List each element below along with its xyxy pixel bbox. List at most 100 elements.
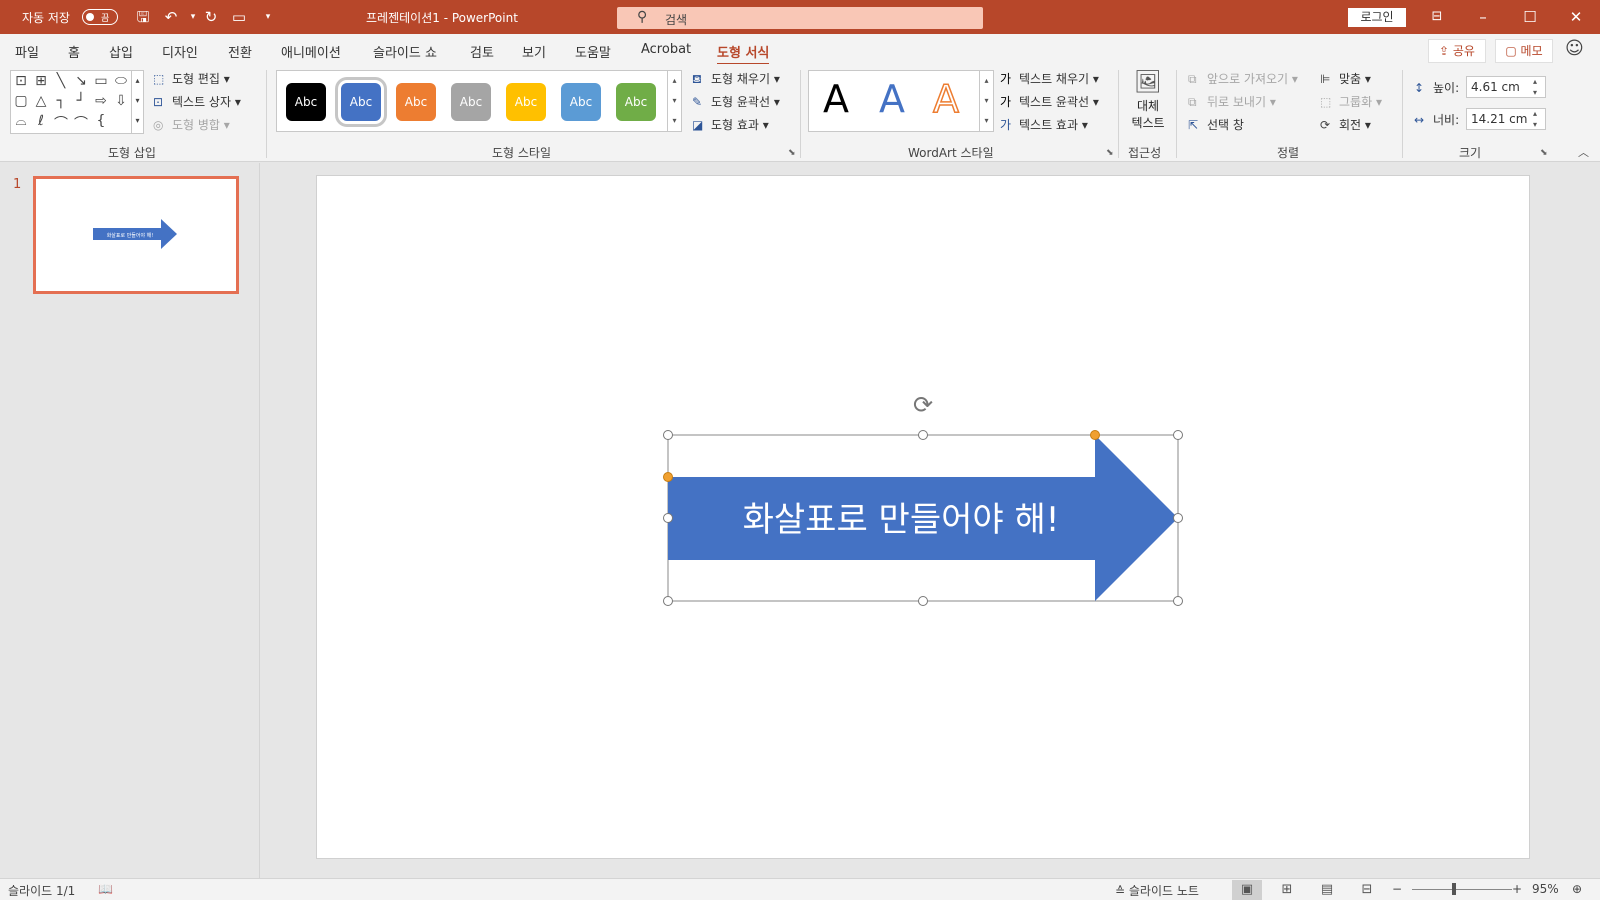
bring-forward-button[interactable]: ⧉ 앞으로 가져오기 ▾ xyxy=(1188,70,1298,87)
tab-insert[interactable]: 삽입 xyxy=(109,42,133,61)
text-box-button[interactable]: ⊡ 텍스트 상자 ▾ xyxy=(153,93,241,110)
tab-transitions[interactable]: 전환 xyxy=(228,42,252,61)
tab-file[interactable]: 파일 xyxy=(15,42,39,61)
shape-style-swatch[interactable]: Abc xyxy=(451,83,491,121)
redo-icon[interactable]: ↻ xyxy=(200,7,222,27)
login-button[interactable]: 로그인 xyxy=(1348,8,1406,27)
triangle-shape-icon[interactable]: △ xyxy=(31,93,51,109)
save-icon[interactable]: 🖫 xyxy=(132,7,154,27)
width-spinner-icon[interactable]: ▴ ▾ xyxy=(1533,108,1537,130)
shape-style-swatch[interactable]: Abc xyxy=(616,83,656,121)
zoom-slider-thumb[interactable] xyxy=(1452,883,1456,895)
merge-shapes-button[interactable]: ◎ 도형 병합 ▾ xyxy=(153,116,230,133)
resize-handle[interactable] xyxy=(918,596,928,606)
tab-help[interactable]: 도움말 xyxy=(575,42,611,61)
resize-handle[interactable] xyxy=(1173,430,1183,440)
minimize-icon[interactable]: – xyxy=(1468,6,1498,28)
fit-slide-icon[interactable]: ⊕ xyxy=(1572,882,1582,896)
slide-sorter-view-icon[interactable]: ⊞ xyxy=(1272,880,1302,900)
line-shape-icon[interactable]: ╲ xyxy=(51,73,71,89)
tab-acrobat[interactable]: Acrobat xyxy=(641,42,691,57)
arrow-text[interactable]: 화살표로 만들어야 해! xyxy=(743,500,1060,540)
normal-view-icon[interactable]: ▣ xyxy=(1232,880,1262,900)
rotate-button[interactable]: ⟳ 회전 ▾ xyxy=(1320,116,1371,133)
zoom-out-icon[interactable]: − xyxy=(1392,882,1402,896)
wordart-style-blue[interactable]: A xyxy=(879,77,905,121)
resize-handle[interactable] xyxy=(663,430,673,440)
shape-style-swatch[interactable]: Abc xyxy=(396,83,436,121)
accessibility-check-icon[interactable]: 📖 xyxy=(98,882,113,896)
height-spinner-icon[interactable]: ▴ ▾ xyxy=(1533,76,1537,98)
zoom-level[interactable]: 95% xyxy=(1532,882,1559,896)
reading-view-icon[interactable]: ▤ xyxy=(1312,880,1342,900)
edit-shape-button[interactable]: ⬚ 도형 편집 ▾ xyxy=(153,70,230,87)
present-from-start-icon[interactable]: ▭ xyxy=(228,7,250,27)
wordart-style-black[interactable]: A xyxy=(823,77,849,121)
elbow-connector-shape-icon[interactable]: ┘ xyxy=(71,93,91,109)
rotate-handle-icon[interactable]: ⟳ xyxy=(913,391,933,419)
text-box-shape-icon[interactable]: ⊡ xyxy=(11,73,31,89)
zoom-in-icon[interactable]: + xyxy=(1512,882,1522,896)
undo-icon[interactable]: ↶ xyxy=(160,7,182,27)
oval-shape-icon[interactable]: ⬭ xyxy=(111,73,131,89)
tab-animations[interactable]: 애니메이션 xyxy=(281,42,341,61)
shapes-gallery[interactable]: ⊡ ⊞ ╲ ↘ ▭ ⬭ ▢ △ ┐ ┘ ⇨ ⇩ ⌓ ℓ ⌒ ⌒ { ▴ ▾ ▾ xyxy=(10,70,144,134)
shape-styles-gallery[interactable]: Abc Abc Abc Abc Abc Abc Abc ▴ ▾ ▾ xyxy=(276,70,682,132)
text-outline-button[interactable]: 가 텍스트 윤곽선 ▾ xyxy=(1000,93,1099,110)
slideshow-view-icon[interactable]: ⊟ xyxy=(1352,880,1382,900)
wordart-launcher-icon[interactable]: ⬊ xyxy=(1106,148,1114,158)
tab-view[interactable]: 보기 xyxy=(522,42,546,61)
wordart-more-icon[interactable]: ▴ ▾ ▾ xyxy=(979,71,993,131)
resize-handle[interactable] xyxy=(663,513,673,523)
arrow-line-shape-icon[interactable]: ↘ xyxy=(71,73,91,89)
arc-shape-icon[interactable]: ⌒ xyxy=(71,113,91,133)
shape-styles-launcher-icon[interactable]: ⬊ xyxy=(788,148,796,158)
share-button[interactable]: ⇪ 공유 xyxy=(1428,39,1486,63)
alt-text-button[interactable]: 🖼 대체 텍스트 xyxy=(1128,70,1168,136)
feedback-smiley-icon[interactable]: ☺ xyxy=(1565,38,1584,59)
shape-style-swatch[interactable]: Abc xyxy=(561,83,601,121)
shapes-gallery-more-icon[interactable]: ▴ ▾ ▾ xyxy=(131,71,143,133)
zoom-slider[interactable] xyxy=(1412,889,1512,890)
slide-canvas[interactable]: ⟳ 화살표로 만들어야 해! xyxy=(316,175,1530,859)
tab-slideshow[interactable]: 슬라이드 쇼 xyxy=(373,42,437,61)
tab-review[interactable]: 검토 xyxy=(470,42,494,61)
rectangle-shape-icon[interactable]: ▭ xyxy=(91,73,111,89)
align-button[interactable]: ⊫ 맞춤 ▾ xyxy=(1320,70,1371,87)
resize-handle[interactable] xyxy=(918,430,928,440)
brace-shape-icon[interactable]: { xyxy=(91,113,111,129)
tab-home[interactable]: 홈 xyxy=(68,42,80,61)
collapse-ribbon-icon[interactable]: ︿ xyxy=(1578,144,1589,160)
customize-qat-icon[interactable]: ▾ xyxy=(257,7,279,27)
wordart-style-orange-outline[interactable]: A xyxy=(932,76,960,122)
shape-style-swatch[interactable]: Abc xyxy=(286,83,326,121)
vertical-text-box-shape-icon[interactable]: ⊞ xyxy=(31,73,51,89)
comments-button[interactable]: ▢ 메모 xyxy=(1495,39,1553,63)
autosave-toggle[interactable]: 끔 xyxy=(82,9,118,25)
text-fill-button[interactable]: 가 텍스트 채우기 ▾ xyxy=(1000,70,1099,87)
shape-fill-button[interactable]: ⛾ 도형 채우기 ▾ xyxy=(692,70,780,88)
tab-design[interactable]: 디자인 xyxy=(162,42,198,61)
curve-shape-icon[interactable]: ⌒ xyxy=(51,113,71,133)
shape-outline-button[interactable]: ✎ 도형 윤곽선 ▾ xyxy=(692,93,780,110)
freeform-shape-icon[interactable]: ⌓ xyxy=(11,113,31,129)
text-effects-button[interactable]: 가 텍스트 효과 ▾ xyxy=(1000,116,1088,133)
resize-handle[interactable] xyxy=(1173,513,1183,523)
rounded-rectangle-shape-icon[interactable]: ▢ xyxy=(11,93,31,109)
down-arrow-shape-icon[interactable]: ⇩ xyxy=(111,93,131,109)
scribble-shape-icon[interactable]: ℓ xyxy=(31,113,51,129)
close-icon[interactable]: ✕ xyxy=(1561,6,1591,28)
size-launcher-icon[interactable]: ⬊ xyxy=(1540,148,1548,158)
shape-style-swatch[interactable]: Abc xyxy=(506,83,546,121)
maximize-icon[interactable]: ☐ xyxy=(1515,6,1545,28)
search-box[interactable]: ⚲ 검색 xyxy=(617,7,983,29)
notes-toggle[interactable]: ≙ 슬라이드 노트 xyxy=(1115,882,1199,899)
slide-thumbnail[interactable]: 화살표로 만들어야 해! xyxy=(33,176,239,294)
shape-styles-more-icon[interactable]: ▴ ▾ ▾ xyxy=(667,71,681,131)
adjustment-handle[interactable] xyxy=(1090,430,1100,440)
selection-pane-button[interactable]: ⇱ 선택 창 xyxy=(1188,116,1244,133)
connector-shape-icon[interactable]: ┐ xyxy=(51,93,71,109)
adjustment-handle[interactable] xyxy=(663,472,673,482)
group-button[interactable]: ⬚ 그룹화 ▾ xyxy=(1320,93,1382,110)
wordart-gallery[interactable]: A A A ▴ ▾ ▾ xyxy=(808,70,994,132)
